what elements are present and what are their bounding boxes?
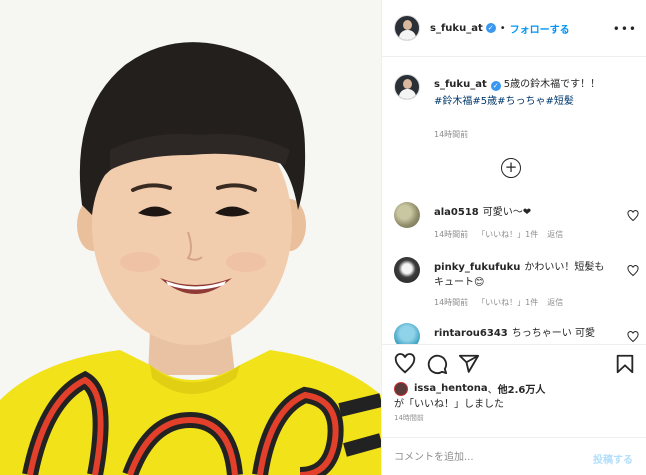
- comment-username[interactable]: ala0518: [434, 207, 479, 218]
- header-separator: •: [499, 22, 506, 34]
- comment-username[interactable]: pinky_fukufuku: [434, 262, 520, 273]
- comments-section[interactable]: s_fuku_at ✓ 5歳の鈴木福です！！ #鈴木福#5歳#ちっちゃ#短髪 14時…: [382, 57, 646, 344]
- comment-reply-button[interactable]: 返信: [547, 230, 563, 239]
- comment-time[interactable]: 14時間前: [434, 298, 468, 307]
- likes-others-count[interactable]: 他2.6万人: [498, 381, 546, 396]
- liker-avatar[interactable]: [394, 381, 408, 396]
- add-comment-input[interactable]: [394, 448, 574, 466]
- comment-body: ala0518 可愛い〜❤︎: [434, 205, 614, 220]
- commenter-avatar[interactable]: [394, 202, 420, 228]
- share-send-icon[interactable]: [458, 353, 480, 375]
- comment-body: pinky_fukufuku かわいい！短髪もキュート😊: [434, 260, 614, 290]
- commenter-avatar[interactable]: [394, 257, 420, 283]
- comment-time[interactable]: 14時間前: [434, 230, 468, 239]
- author-username[interactable]: s_fuku_at: [430, 23, 483, 34]
- likes-suffix: が「いいね！」しました: [394, 399, 504, 410]
- post-photo[interactable]: [0, 0, 381, 475]
- likes-connector: 、: [487, 385, 498, 396]
- caption-timestamp[interactable]: 14時間前: [434, 129, 468, 140]
- caption-username[interactable]: s_fuku_at: [434, 79, 487, 90]
- comment-meta: 14時間前 「いいね！」1件 返信: [434, 297, 572, 308]
- liker-username[interactable]: issa_hentona: [414, 383, 488, 394]
- commenter-avatar[interactable]: [394, 323, 420, 344]
- verified-badge-icon: ✓: [490, 81, 501, 91]
- comment-like-count[interactable]: 「いいね！」1件: [477, 230, 538, 239]
- caption-text-block: s_fuku_at ✓ 5歳の鈴木福です！！ #鈴木福#5歳#ちっちゃ#短髪: [434, 76, 639, 110]
- child-portrait-image: [0, 0, 381, 475]
- caption-text: 5歳の鈴木福です！！: [503, 79, 601, 90]
- comment-like-heart-icon[interactable]: [627, 265, 639, 277]
- post-header: s_fuku_at ✓ • フォローする •••: [382, 0, 646, 57]
- load-more-comments-icon[interactable]: +: [501, 158, 521, 178]
- comment-username[interactable]: rintarou6343: [434, 328, 508, 339]
- comment-bubble-icon[interactable]: [426, 353, 448, 375]
- author-avatar[interactable]: [394, 15, 420, 41]
- comment-like-heart-icon[interactable]: [627, 210, 639, 222]
- comment-composer: 投稿する: [382, 437, 646, 475]
- comment-text: 可愛い〜❤︎: [482, 207, 532, 218]
- more-options-icon[interactable]: •••: [613, 22, 637, 36]
- post-side-panel: s_fuku_at ✓ • フォローする ••• s_fuku_at ✓ 5歳の鈴木…: [381, 0, 646, 475]
- follow-button[interactable]: フォローする: [510, 21, 570, 36]
- caption-hashtags[interactable]: #鈴木福#5歳#ちっちゃ#短髪: [434, 96, 574, 107]
- comment-meta: 14時間前 「いいね！」1件 返信: [434, 229, 572, 240]
- verified-badge-icon: ✓: [485, 23, 496, 33]
- comment-like-heart-icon[interactable]: [627, 331, 639, 343]
- post-comment-button[interactable]: 投稿する: [593, 451, 633, 466]
- comment-body: rintarou6343 ちっちゃーい 可愛: [434, 326, 614, 341]
- comment-text: ちっちゃーい 可愛: [511, 328, 595, 339]
- likes-summary: issa_hentona、他2.6万人: [394, 381, 545, 396]
- bookmark-save-icon[interactable]: [614, 353, 636, 375]
- like-heart-icon[interactable]: [394, 353, 416, 375]
- comment-reply-button[interactable]: 返信: [547, 298, 563, 307]
- caption-author-avatar[interactable]: [394, 74, 420, 100]
- comment-like-count[interactable]: 「いいね！」1件: [477, 298, 538, 307]
- post-timestamp[interactable]: 14時間前: [394, 413, 424, 423]
